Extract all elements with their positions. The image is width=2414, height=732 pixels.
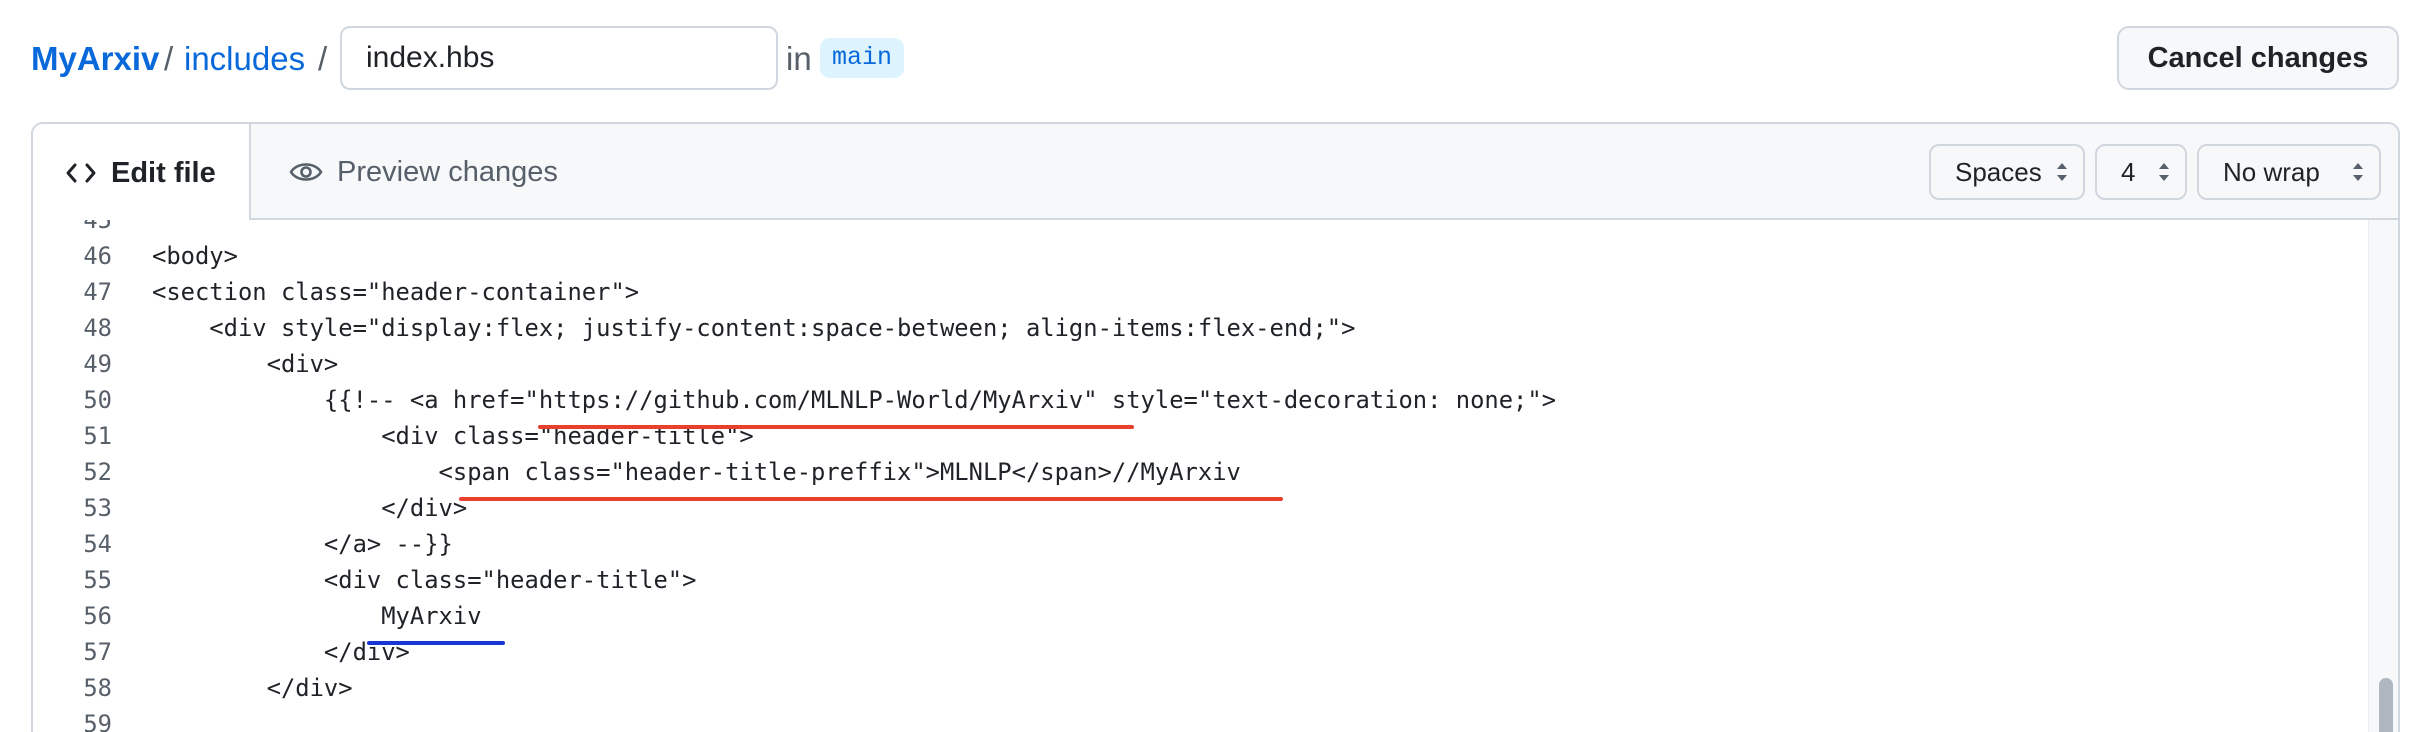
line-number: 57 xyxy=(83,638,112,666)
line-number: 52 xyxy=(83,458,112,486)
line-number: 48 xyxy=(83,314,112,342)
blue-underline-title xyxy=(367,641,505,645)
code-line: 57 </div> xyxy=(33,634,2368,670)
red-underline-span xyxy=(459,497,1283,501)
line-number: 49 xyxy=(83,350,112,378)
line-number: 50 xyxy=(83,386,112,414)
line-number: 45 xyxy=(83,220,112,234)
wrap-mode-select[interactable]: No wrap xyxy=(2197,144,2381,200)
line-text: <div class="header-title"> xyxy=(152,422,754,450)
in-label: in xyxy=(786,40,812,77)
line-number: 56 xyxy=(83,602,112,630)
code-scrollbar[interactable] xyxy=(2368,220,2398,732)
line-text: <span class="header-title-preffix">MLNLP… xyxy=(152,458,1241,486)
breadcrumb-separator: / xyxy=(164,40,174,77)
line-text: MyArxiv xyxy=(152,602,482,630)
code-line: 47 <section class="header-container"> xyxy=(33,274,2368,310)
code-editor[interactable]: 45 46 <body> 47 <section class="header-con… xyxy=(33,220,2368,732)
code-line: 46 <body> xyxy=(33,238,2368,274)
code-line: 50 {{!-- <a href="https://github.com/MLN… xyxy=(33,382,2368,418)
code-line: 58 </div> xyxy=(33,670,2368,706)
cancel-changes-button[interactable]: Cancel changes xyxy=(2117,26,2399,90)
branch-badge: main xyxy=(820,38,905,78)
line-text: <div style="display:flex; justify-conten… xyxy=(152,314,1356,342)
line-number: 54 xyxy=(83,530,112,558)
indent-mode-value: Spaces xyxy=(1955,156,2042,187)
tab-preview-changes[interactable]: Preview changes xyxy=(289,124,558,220)
eye-icon xyxy=(289,160,323,184)
line-text: </div> xyxy=(152,494,468,522)
scrollbar-thumb[interactable] xyxy=(2379,678,2393,732)
line-number: 53 xyxy=(83,494,112,522)
code-line: 55 <div class="header-title"> xyxy=(33,562,2368,598)
line-number: 46 xyxy=(83,242,112,270)
code-line: 54 </a> --}} xyxy=(33,526,2368,562)
line-text: <body> xyxy=(152,242,238,270)
code-icon xyxy=(65,162,97,184)
tab-edit-file[interactable]: Edit file xyxy=(33,124,251,222)
line-number: 55 xyxy=(83,566,112,594)
tab-preview-changes-label: Preview changes xyxy=(337,155,558,188)
indent-mode-select[interactable]: Spaces xyxy=(1929,144,2085,200)
breadcrumb-separator: / xyxy=(318,40,328,77)
select-arrows-icon xyxy=(2057,163,2067,181)
code-line: 59 xyxy=(33,706,2368,732)
code-line: 45 xyxy=(33,220,2368,238)
line-text: <div> xyxy=(152,350,339,378)
tab-edit-file-label: Edit file xyxy=(111,156,216,189)
breadcrumb-repo-link[interactable]: MyArxiv xyxy=(31,37,159,81)
line-text: <section class="header-container"> xyxy=(152,278,640,306)
top-bar: MyArxiv / includes / in main Cancel chan… xyxy=(0,0,2414,118)
line-text: </div> xyxy=(152,674,353,702)
editor-panel: Edit file Preview changes Spaces 4 No wr… xyxy=(31,122,2400,732)
line-text: </a> --}} xyxy=(152,530,453,558)
indent-size-select[interactable]: 4 xyxy=(2095,144,2187,200)
wrap-mode-value: No wrap xyxy=(2223,156,2320,187)
line-number: 59 xyxy=(83,710,112,732)
line-text: {{!-- <a href="https://github.com/MLNLP-… xyxy=(152,386,1557,414)
line-number: 58 xyxy=(83,674,112,702)
code-line: 51 <div class="header-title"> xyxy=(33,418,2368,454)
code-line: 52 <span class="header-title-preffix">ML… xyxy=(33,454,2368,490)
select-arrows-icon xyxy=(2159,163,2169,181)
code-line: 48 <div style="display:flex; justify-con… xyxy=(33,310,2368,346)
code-line: 49 <div> xyxy=(33,346,2368,382)
editor-toolbar: Edit file Preview changes Spaces 4 No wr… xyxy=(33,124,2398,222)
red-underline-url xyxy=(538,425,1134,429)
line-number: 51 xyxy=(83,422,112,450)
line-number: 47 xyxy=(83,278,112,306)
filename-input[interactable] xyxy=(340,26,778,90)
line-text: </div> xyxy=(152,638,410,666)
breadcrumb-directory-link[interactable]: includes xyxy=(184,37,305,81)
line-text: <div class="header-title"> xyxy=(152,566,697,594)
code-line: 53 </div> xyxy=(33,490,2368,526)
code-line: 56 MyArxiv xyxy=(33,598,2368,634)
select-arrows-icon xyxy=(2353,163,2363,181)
indent-size-value: 4 xyxy=(2121,156,2136,187)
